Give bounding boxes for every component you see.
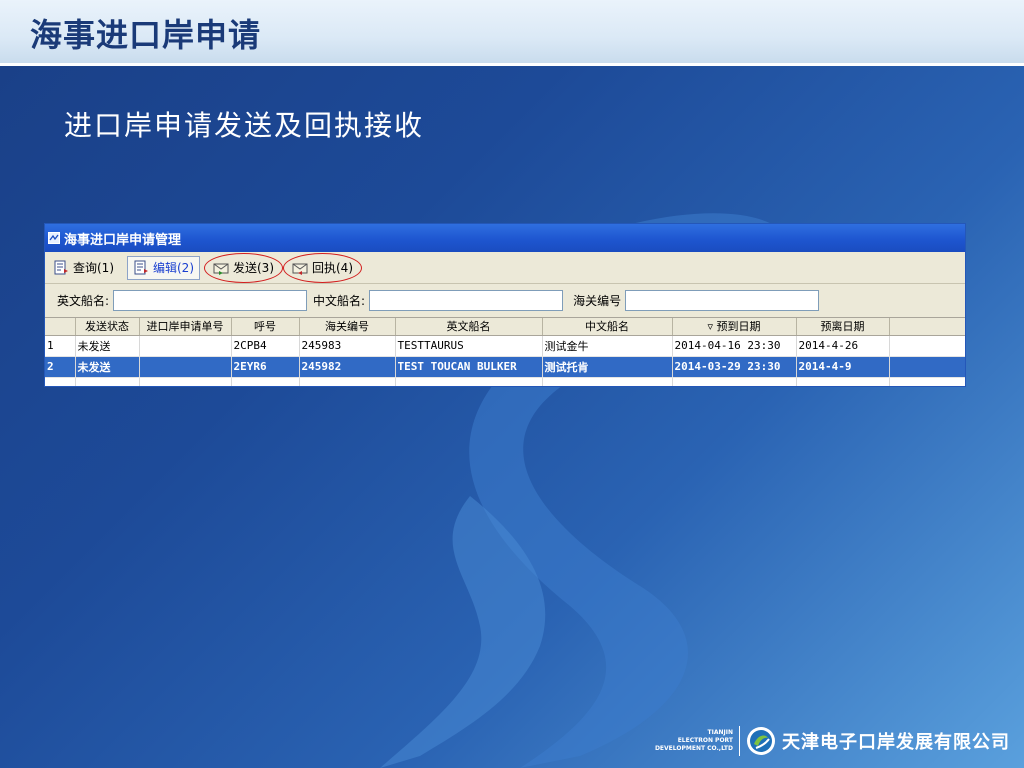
send-icon xyxy=(213,263,229,275)
eta-cell: 2014-03-29 23:30 xyxy=(672,356,797,378)
edit-button-label: 编辑(2) xyxy=(153,261,194,275)
row-number: 1 xyxy=(45,335,76,357)
call-sign-cell: 2CPB4 xyxy=(231,335,300,357)
en-ship-name-label: 英文船名: xyxy=(57,294,110,308)
logo-chinese-text: 天津电子口岸发展有限公司 xyxy=(782,732,1010,753)
row-number: 2 xyxy=(45,356,76,378)
call-sign-cell: 2EYR6 xyxy=(231,356,300,378)
company-logo: TIANJIN ELECTRON PORT DEVELOPMENT CO.,LT… xyxy=(655,724,1010,758)
logo-english-text: TIANJIN ELECTRON PORT DEVELOPMENT CO.,LT… xyxy=(654,729,733,752)
slide-title: 海事进口岸申请 xyxy=(30,16,262,54)
cn-ship-name-cell: 测试托肯 xyxy=(542,356,673,378)
column-header[interactable]: 海关编号 xyxy=(299,318,396,336)
extra-cell xyxy=(889,335,965,357)
table-header-row: 发送状态 进口岸申请单号 呼号 海关编号 英文船名 中文船名 ▿ 预到日期 预离… xyxy=(45,318,965,336)
table-row-selected[interactable]: 2 未发送 2EYR6 245982 TEST TOUCAN BULKER 测试… xyxy=(45,356,965,378)
receipt-button-label: 回执(4) xyxy=(312,261,353,275)
send-status-cell: 未发送 xyxy=(75,356,140,378)
logo-mark-icon xyxy=(747,727,775,755)
column-header[interactable]: 英文船名 xyxy=(395,318,543,336)
logo-divider xyxy=(739,726,740,756)
query-button-label: 查询(1) xyxy=(73,261,114,275)
application-number-cell xyxy=(139,335,232,357)
customs-number-cell: 245983 xyxy=(299,335,396,357)
edit-button[interactable]: 编辑(2) xyxy=(127,255,200,280)
slide-header: 海事进口岸申请 xyxy=(0,0,1024,66)
en-ship-name-input[interactable] xyxy=(113,290,308,311)
receipt-button[interactable]: 回执(4) xyxy=(283,252,362,283)
table-row-partial[interactable] xyxy=(45,377,965,386)
column-header[interactable] xyxy=(45,318,76,336)
etd-cell: 2014-4-26 xyxy=(796,335,890,357)
search-bar: 英文船名: 中文船名: 海关编号 xyxy=(45,284,965,318)
table-row[interactable]: 1 未发送 2CPB4 245983 TESTTAURUS 测试金牛 2014-… xyxy=(45,335,965,357)
column-header[interactable]: 进口岸申请单号 xyxy=(139,318,232,336)
receipt-icon xyxy=(292,263,308,275)
ship-application-table: 发送状态 进口岸申请单号 呼号 海关编号 英文船名 中文船名 ▿ 预到日期 预离… xyxy=(45,318,965,386)
customs-number-input[interactable] xyxy=(625,290,820,311)
cn-ship-name-label: 中文船名: xyxy=(313,294,366,308)
document-edit-icon xyxy=(134,260,148,274)
cn-ship-name-cell: 测试金牛 xyxy=(542,335,673,357)
column-header[interactable]: ▿ 预到日期 xyxy=(672,318,797,336)
cn-ship-name-input[interactable] xyxy=(369,290,564,311)
send-status-cell: 未发送 xyxy=(75,335,140,357)
send-button-label: 发送(3) xyxy=(233,261,274,275)
window-title: 海事进口岸申请管理 xyxy=(64,232,182,248)
application-number-cell xyxy=(139,356,232,378)
window-titlebar[interactable]: 海事进口岸申请管理 xyxy=(45,224,965,252)
column-header[interactable]: 预离日期 xyxy=(796,318,890,336)
column-header[interactable] xyxy=(889,318,965,336)
customs-number-label: 海关编号 xyxy=(573,294,622,308)
etd-cell: 2014-4-9 xyxy=(796,356,890,378)
column-header[interactable]: 中文船名 xyxy=(542,318,673,336)
en-ship-name-cell: TESTTAURUS xyxy=(395,335,543,357)
app-window-icon xyxy=(48,232,60,244)
slide-subtitle: 进口岸申请发送及回执接收 xyxy=(64,109,425,142)
background-swirl-graphic xyxy=(380,213,796,768)
column-header[interactable]: 发送状态 xyxy=(75,318,140,336)
query-button[interactable]: 查询(1) xyxy=(48,256,119,280)
column-header[interactable]: 呼号 xyxy=(231,318,300,336)
en-ship-name-cell: TEST TOUCAN BULKER xyxy=(395,356,543,378)
document-icon xyxy=(54,260,68,274)
extra-cell xyxy=(889,356,965,378)
eta-cell: 2014-04-16 23:30 xyxy=(672,335,797,357)
customs-number-cell: 245982 xyxy=(299,356,396,378)
application-window: 海事进口岸申请管理 查询(1) 编辑(2) 发送(3) 回执(4) 英文船名: … xyxy=(44,223,966,387)
send-button[interactable]: 发送(3) xyxy=(204,252,283,283)
toolbar: 查询(1) 编辑(2) 发送(3) 回执(4) xyxy=(45,252,965,284)
